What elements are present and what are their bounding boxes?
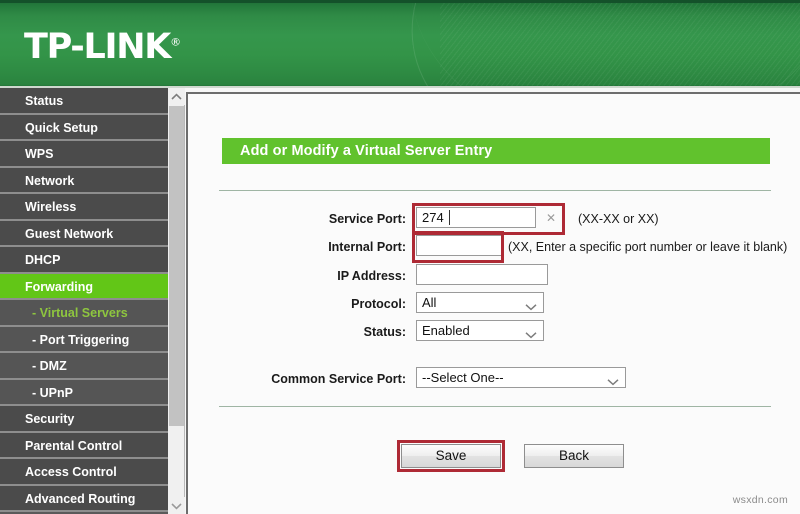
sidebar-item-parental-control[interactable]: Parental Control — [0, 432, 168, 459]
page-header: TP-LINK® — [0, 0, 800, 88]
chevron-down-icon — [607, 372, 619, 387]
sidebar-item-dhcp[interactable]: DHCP — [0, 247, 168, 274]
chevron-down-icon — [525, 297, 537, 312]
sidebar-scrollbar[interactable] — [168, 88, 185, 514]
protocol-label: Protocol: — [351, 297, 406, 311]
common-service-port-select[interactable]: --Select One-- — [416, 367, 626, 388]
sidebar-item-dmz[interactable]: - DMZ — [0, 353, 168, 380]
registered-trademark-icon: ® — [170, 35, 182, 49]
ip-address-input[interactable] — [416, 264, 548, 285]
form-row-internal-port: Internal Port: (XX, Enter a specific por… — [188, 235, 800, 259]
internal-port-input[interactable] — [416, 235, 502, 256]
protocol-selected-value: All — [422, 295, 437, 310]
sidebar-item-advanced-routing[interactable]: Advanced Routing — [0, 485, 168, 512]
sidebar-item-network[interactable]: Network — [0, 167, 168, 194]
internal-port-field-wrap — [416, 235, 502, 256]
status-select[interactable]: Enabled — [416, 320, 544, 341]
form-row-common-service-port: Common Service Port: --Select One-- — [188, 367, 800, 391]
chevron-down-icon — [171, 502, 182, 510]
internal-port-hint: (XX, Enter a specific port number or lea… — [508, 240, 788, 254]
chevron-up-icon — [171, 92, 182, 100]
sidebar-item-access-control[interactable]: Access Control — [0, 459, 168, 486]
sidebar-item-guest-network[interactable]: Guest Network — [0, 220, 168, 247]
form-row-protocol: Protocol: All — [188, 292, 800, 316]
service-port-input[interactable] — [416, 207, 536, 228]
scrollbar-thumb[interactable] — [169, 106, 184, 426]
save-button[interactable]: Save — [401, 444, 501, 468]
content-panel: Add or Modify a Virtual Server Entry Ser… — [186, 92, 800, 514]
router-admin-page: TP-LINK® Status Quick Setup WPS Network Wire… — [0, 0, 800, 514]
service-port-hint: (XX-XX or XX) — [578, 212, 659, 226]
ip-address-field-wrap — [416, 264, 548, 285]
service-port-label: Service Port: — [328, 212, 406, 226]
sidebar-menu: Status Quick Setup WPS Network Wireless Guest… — [0, 88, 168, 514]
tplink-logo: TP-LINK® — [24, 30, 181, 65]
sidebar-item-port-triggering[interactable]: - Port Triggering — [0, 326, 168, 353]
clear-x-icon[interactable]: ✕ — [546, 211, 556, 225]
sidebar-item-security[interactable]: Security — [0, 406, 168, 433]
form-row-status: Status: Enabled — [188, 320, 800, 344]
ip-address-label: IP Address: — [337, 269, 406, 283]
watermark: wsxdn.com — [732, 494, 788, 506]
text-caret — [449, 210, 450, 225]
panel-title: Add or Modify a Virtual Server Entry — [222, 138, 770, 164]
form-row-service-port: Service Port: ✕ (XX-XX or XX) — [188, 207, 800, 231]
sidebar-item-wireless[interactable]: Wireless — [0, 194, 168, 221]
scroll-down-arrow[interactable] — [168, 497, 185, 514]
chevron-down-icon — [525, 325, 537, 340]
common-service-port-label: Common Service Port: — [271, 372, 406, 386]
internal-port-label: Internal Port: — [328, 240, 406, 254]
common-service-port-field-wrap: --Select One-- — [416, 367, 626, 388]
header-top-rule — [0, 0, 800, 3]
divider-top — [219, 190, 771, 191]
sidebar-item-upnp[interactable]: - UPnP — [0, 379, 168, 406]
scroll-up-arrow[interactable] — [168, 88, 185, 105]
status-label: Status: — [363, 325, 406, 339]
divider-bottom — [219, 406, 771, 407]
back-button[interactable]: Back — [524, 444, 624, 468]
common-service-port-selected-value: --Select One-- — [422, 370, 504, 385]
protocol-field-wrap: All — [416, 292, 544, 313]
sidebar-item-forwarding[interactable]: Forwarding — [0, 273, 168, 300]
service-port-field-wrap: ✕ — [416, 207, 561, 228]
sidebar-item-virtual-servers[interactable]: - Virtual Servers — [0, 300, 168, 327]
form-row-ip-address: IP Address: — [188, 264, 800, 288]
header-swoosh-decoration-2 — [399, 0, 800, 88]
protocol-select[interactable]: All — [416, 292, 544, 313]
brand-name: TP-LINK — [24, 27, 171, 67]
status-selected-value: Enabled — [422, 323, 470, 338]
sidebar-item-quick-setup[interactable]: Quick Setup — [0, 114, 168, 141]
status-field-wrap: Enabled — [416, 320, 544, 341]
sidebar-item-status[interactable]: Status — [0, 88, 168, 115]
sidebar-item-wps[interactable]: WPS — [0, 141, 168, 168]
